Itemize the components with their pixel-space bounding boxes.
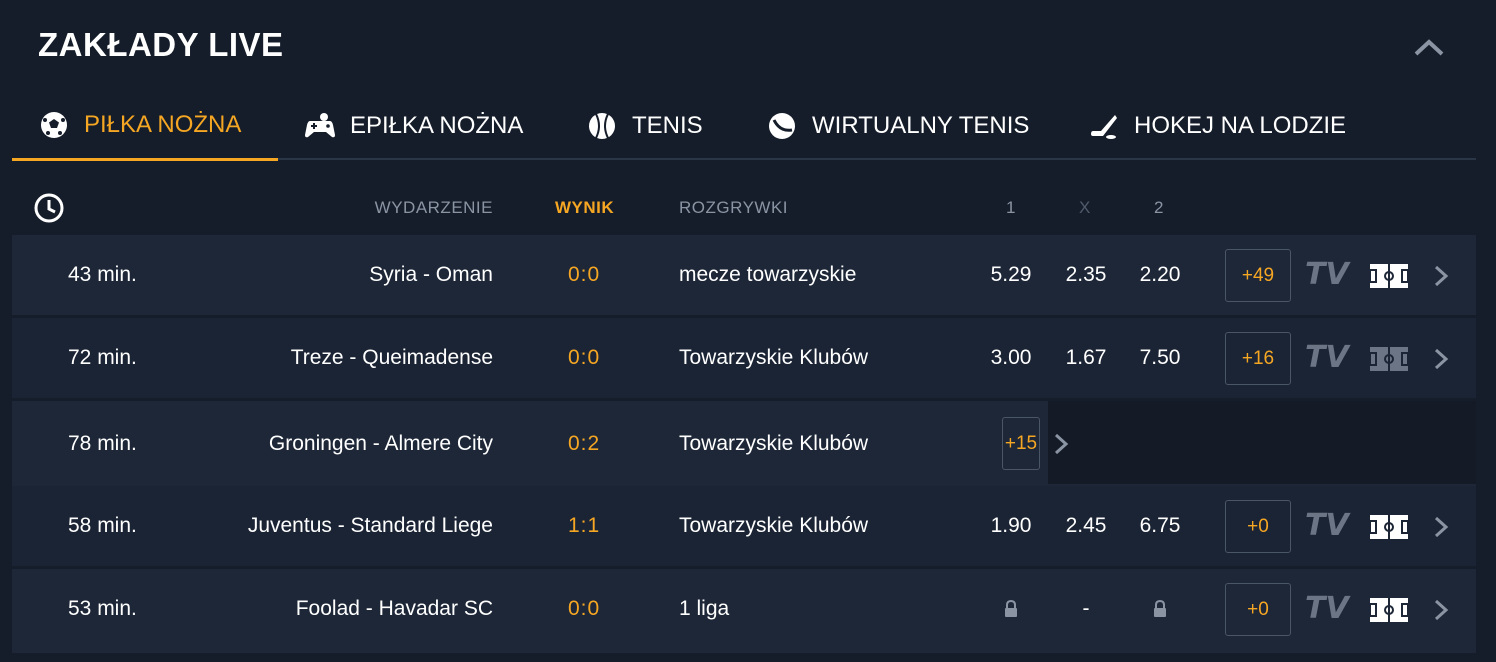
match-time: 43 min. — [68, 263, 137, 286]
odds-x: - — [1082, 597, 1090, 620]
pitch-icon[interactable] — [1369, 346, 1409, 372]
more-markets-button[interactable]: +49 — [1225, 249, 1291, 302]
lock-icon — [1005, 599, 1017, 617]
odds-x[interactable]: 1.67 — [1056, 318, 1116, 398]
column-headers: WYDARZENIE WYNIK ROZGRYWKI 1 X 2 — [0, 180, 1496, 234]
match-row[interactable]: 58 min. Juventus - Standard Liege 1:1 To… — [12, 486, 1476, 566]
pitch-icon[interactable] — [1369, 263, 1409, 289]
tab-label: WIRTUALNY TENIS — [812, 112, 1030, 139]
tab-tenis[interactable]: TENIS — [586, 92, 703, 160]
match-score: 0:0 — [568, 597, 601, 620]
hockey-stick-icon — [1088, 110, 1120, 142]
column-odds-2: 2 — [1154, 198, 1164, 217]
tab-hokej-na-lodzie[interactable]: HOKEJ NA LODZIE — [1088, 92, 1346, 160]
more-markets-button[interactable]: +0 — [1225, 500, 1291, 553]
clock-icon[interactable] — [33, 192, 65, 224]
lock-icon — [1154, 599, 1166, 617]
match-event[interactable]: Groningen - Almere City — [269, 401, 493, 486]
odds-2[interactable]: 6.75 — [1130, 486, 1190, 566]
tab-label: EPIŁKA NOŻNA — [350, 112, 524, 139]
more-markets-button[interactable]: +15 — [1002, 417, 1040, 470]
column-league: ROZGRYWKI — [679, 198, 789, 217]
match-league: Towarzyskie Klubów — [679, 514, 869, 537]
match-row[interactable]: 53 min. Foolad - Havadar SC 0:0 1 liga -… — [12, 569, 1476, 653]
chevron-right-icon[interactable] — [1432, 346, 1450, 372]
column-odds-x: X — [1079, 198, 1091, 217]
suspended-area — [1048, 401, 1476, 484]
odds-2[interactable]: 2.20 — [1130, 235, 1190, 315]
odds-1[interactable]: 1.90 — [981, 486, 1041, 566]
match-event[interactable]: Foolad - Havadar SC — [296, 569, 493, 649]
match-row[interactable]: 43 min. Syria - Oman 0:0 mecze towarzysk… — [12, 235, 1476, 315]
chevron-right-icon[interactable] — [1052, 431, 1070, 457]
match-event[interactable]: Juventus - Standard Liege — [248, 486, 493, 566]
odds-1-locked — [981, 569, 1041, 649]
tab-label: PIŁKA NOŻNA — [84, 111, 242, 138]
tab-label: HOKEJ NA LODZIE — [1134, 112, 1347, 139]
more-markets-button[interactable]: +0 — [1225, 583, 1291, 636]
tv-icon[interactable]: TV — [1305, 257, 1349, 292]
tv-icon[interactable]: TV — [1305, 508, 1349, 543]
tab-pilka-nozna[interactable]: PIŁKA NOŻNA — [12, 92, 278, 161]
odds-x[interactable]: 2.35 — [1056, 235, 1116, 315]
header: ZAKŁADY LIVE — [0, 0, 1496, 92]
match-league: Towarzyskie Klubów — [679, 346, 869, 369]
column-odds-1: 1 — [1006, 198, 1016, 217]
chevron-up-icon[interactable] — [1410, 32, 1448, 62]
column-score: WYNIK — [555, 198, 615, 217]
soccer-ball-icon — [38, 109, 70, 141]
pitch-icon[interactable] — [1369, 514, 1409, 540]
tab-wirtualny-tenis[interactable]: WIRTUALNY TENIS — [766, 92, 1029, 160]
gamepad-icon — [304, 110, 336, 142]
match-score: 0:0 — [568, 263, 601, 286]
chevron-right-icon[interactable] — [1432, 514, 1450, 540]
odds-1[interactable]: 5.29 — [981, 235, 1041, 315]
virtual-tennis-icon — [766, 110, 798, 142]
match-row[interactable]: 72 min. Treze - Queimadense 0:0 Towarzys… — [12, 318, 1476, 398]
chevron-right-icon[interactable] — [1432, 263, 1450, 289]
tab-epilka-nozna[interactable]: EPIŁKA NOŻNA — [304, 92, 523, 160]
tab-label: TENIS — [632, 112, 703, 139]
match-time: 72 min. — [68, 346, 137, 369]
match-row[interactable]: 78 min. Groningen - Almere City 0:2 Towa… — [12, 401, 1476, 486]
match-league: mecze towarzyskie — [679, 263, 857, 286]
tv-icon[interactable]: TV — [1305, 591, 1349, 626]
odds-1[interactable]: 3.00 — [981, 318, 1041, 398]
match-league: Towarzyskie Klubów — [679, 431, 869, 455]
more-markets-button[interactable]: +16 — [1225, 332, 1291, 385]
chevron-right-icon[interactable] — [1432, 597, 1450, 623]
column-event: WYDARZENIE — [374, 198, 493, 217]
match-event[interactable]: Treze - Queimadense — [291, 318, 493, 398]
match-event[interactable]: Syria - Oman — [369, 235, 493, 315]
tennis-ball-icon — [586, 110, 618, 142]
odds-2-locked — [1130, 569, 1190, 649]
match-time: 53 min. — [68, 597, 137, 620]
odds-x[interactable]: 2.45 — [1056, 486, 1116, 566]
match-time: 58 min. — [68, 514, 137, 537]
odds-2[interactable]: 7.50 — [1130, 318, 1190, 398]
match-score: 1:1 — [568, 514, 601, 537]
tv-icon[interactable]: TV — [1305, 340, 1349, 375]
sport-tabs: PIŁKA NOŻNA EPIŁKA NOŻNA TENIS WIRTUALNY… — [12, 92, 1476, 161]
page-title: ZAKŁADY LIVE — [38, 26, 284, 63]
match-league: 1 liga — [679, 597, 730, 620]
match-score: 0:2 — [568, 431, 601, 455]
match-time: 78 min. — [68, 431, 137, 455]
pitch-icon[interactable] — [1369, 597, 1409, 623]
match-score: 0:0 — [568, 346, 601, 369]
